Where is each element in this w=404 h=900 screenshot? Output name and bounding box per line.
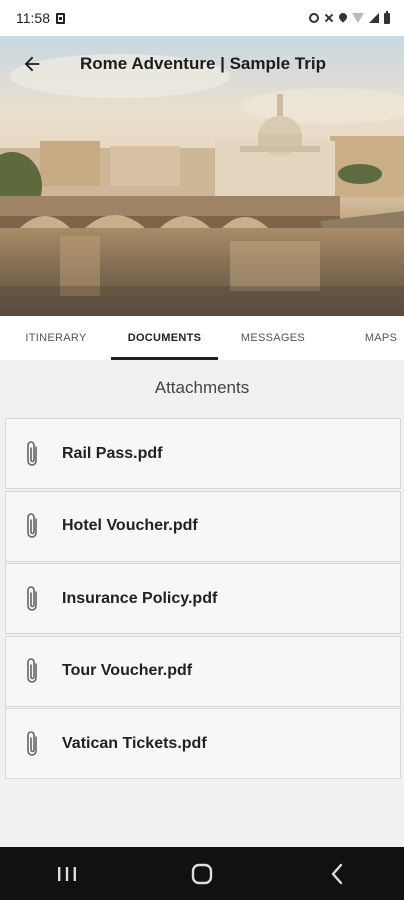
notification-square-icon — [56, 12, 65, 24]
attachment-item[interactable]: Insurance Policy.pdf — [5, 563, 401, 634]
status-right — [309, 10, 390, 24]
attachment-list: Rail Pass.pdf Hotel Voucher.pdf Insuranc… — [5, 418, 401, 781]
attachment-name: Tour Voucher.pdf — [62, 662, 193, 679]
home-icon — [191, 863, 213, 884]
status-left: 11:58 — [16, 10, 65, 26]
system-back-button[interactable] — [307, 854, 367, 894]
attachment-item[interactable]: Vatican Tickets.pdf — [5, 708, 401, 779]
signal-icon — [369, 13, 379, 23]
tab-bar: ITINERARY DOCUMENTS MESSAGES MAPS — [0, 316, 404, 360]
attachment-item[interactable]: Tour Voucher.pdf — [5, 635, 401, 707]
tab-documents[interactable]: DOCUMENTS — [111, 316, 218, 360]
arrow-left-icon — [24, 56, 40, 72]
attachment-name: Insurance Policy.pdf — [62, 589, 218, 607]
tab-messages[interactable]: MESSAGES — [218, 316, 328, 360]
attachment-name: Rail Pass.pdf — [62, 444, 163, 462]
paperclip-icon — [27, 658, 37, 683]
mute-icon — [324, 13, 334, 23]
recents-button[interactable] — [37, 854, 97, 894]
status-bar: 11:58 — [0, 0, 404, 36]
attachment-item[interactable]: Rail Pass.pdf — [5, 418, 401, 489]
system-nav-bar — [0, 847, 404, 900]
attachment-name: Hotel Voucher.pdf — [62, 517, 198, 534]
section-title: Attachments — [154, 378, 250, 397]
status-time: 11:58 — [16, 10, 50, 26]
attachment-name: Vatican Tickets.pdf — [62, 734, 207, 752]
tab-maps[interactable]: MAPS — [336, 316, 404, 360]
trip-title: Rome Adventure | Sample Trip — [80, 54, 326, 73]
paperclip-icon — [27, 730, 37, 756]
alarm-icon — [309, 13, 319, 23]
paperclip-icon — [27, 440, 37, 466]
recents-icon — [58, 866, 77, 881]
wifi-icon — [352, 13, 364, 23]
paperclip-icon — [27, 585, 37, 611]
location-icon — [339, 13, 347, 23]
battery-icon — [384, 10, 390, 24]
paperclip-icon — [27, 513, 37, 538]
attachment-item[interactable]: Hotel Voucher.pdf — [5, 490, 401, 562]
app-bar: Rome Adventure | Sample Trip — [0, 36, 404, 92]
home-button[interactable] — [172, 854, 232, 894]
back-button[interactable] — [4, 36, 60, 92]
back-icon — [331, 863, 342, 884]
tab-itinerary[interactable]: ITINERARY — [0, 316, 112, 360]
active-tab-indicator — [111, 357, 218, 360]
